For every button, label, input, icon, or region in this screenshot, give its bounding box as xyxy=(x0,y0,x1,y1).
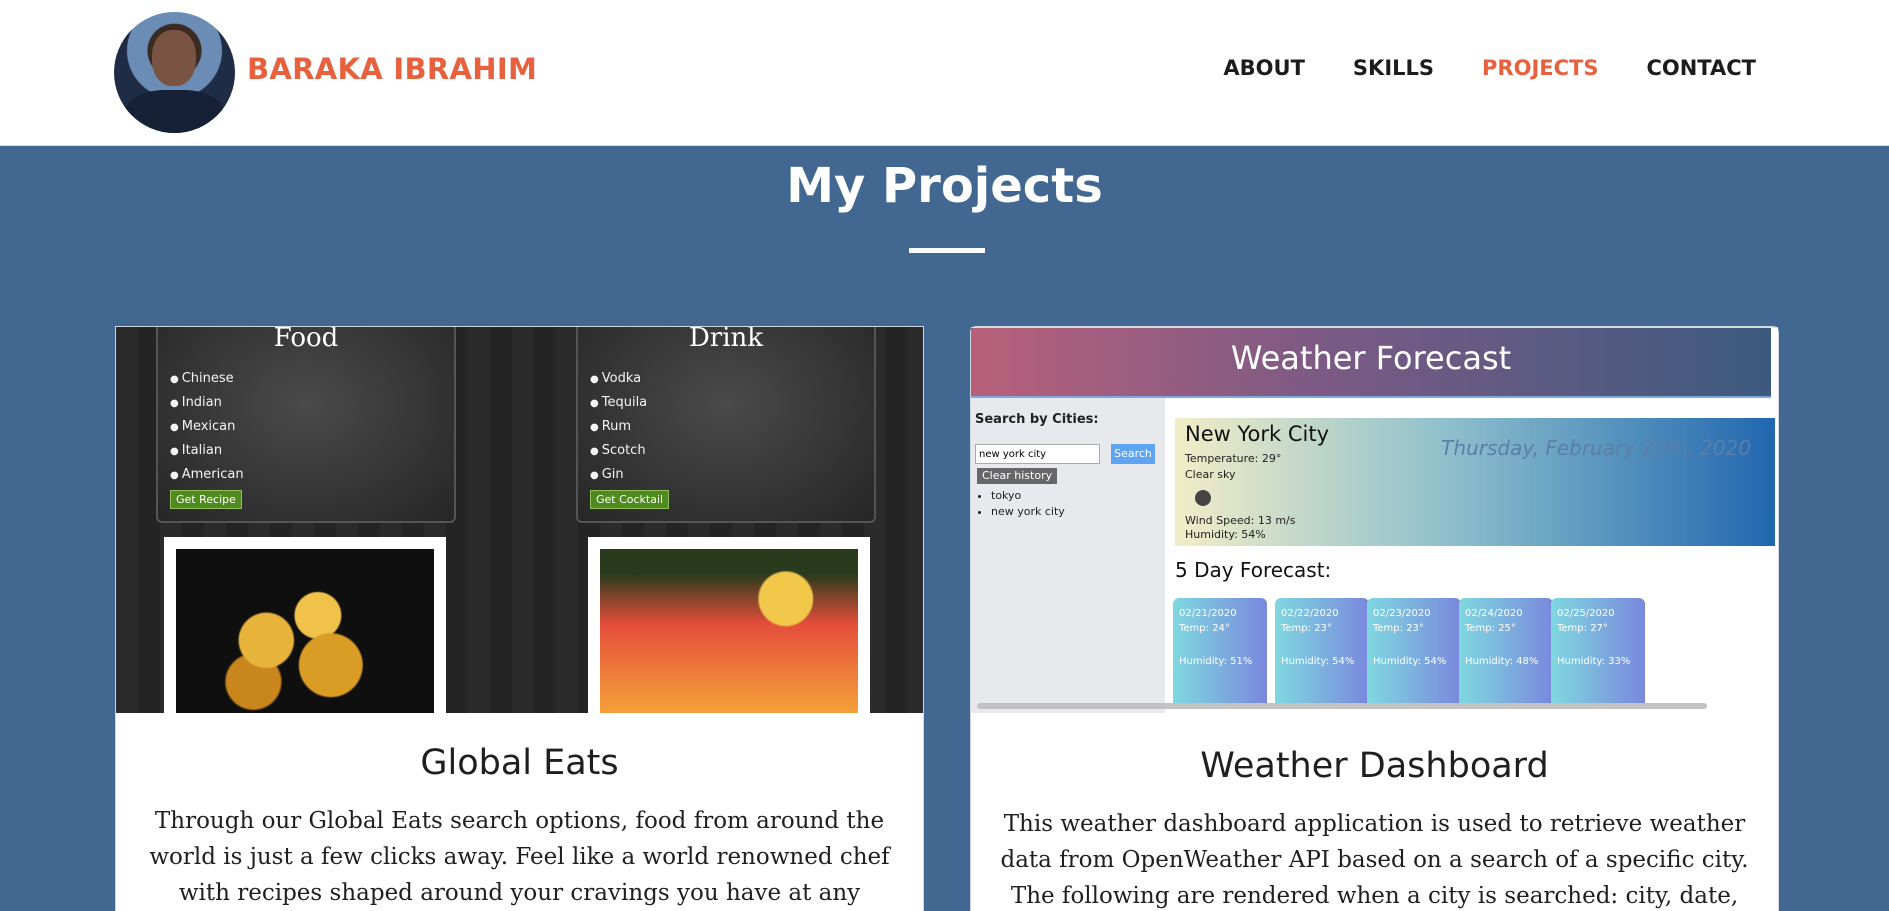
forecast-date: 02/23/2020 xyxy=(1373,608,1431,619)
forecast-card: 02/22/2020 Temp: 23° Humidity: 54% xyxy=(1275,598,1369,708)
forecast-temp: Temp: 23° xyxy=(1281,623,1332,634)
food-heading: Food xyxy=(273,327,339,353)
clear-history-button: Clear history xyxy=(977,468,1058,484)
main-nav: ABOUT SKILLS PROJECTS CONTACT xyxy=(1223,56,1756,80)
search-button: Search xyxy=(1111,444,1155,464)
food-item: Indian xyxy=(170,391,454,415)
food-photo xyxy=(164,537,446,713)
project-description: Through our Global Eats search options, … xyxy=(149,808,890,906)
food-item: Italian xyxy=(170,439,454,463)
drink-board: Drink Vodka Tequila Rum Scotch Gin Get C… xyxy=(576,327,876,523)
city-name: New York City xyxy=(1185,422,1329,446)
forecast-temp: Temp: 25° xyxy=(1465,623,1516,634)
title-divider xyxy=(909,248,985,253)
drink-photo xyxy=(588,537,870,713)
weather-app-title: Weather Forecast xyxy=(971,328,1771,398)
project-screenshot[interactable]: Food Chinese Indian Mexican Italian Amer… xyxy=(116,327,923,713)
section-title: My Projects xyxy=(786,158,1103,214)
project-card-weather-dashboard[interactable]: Weather Forecast Search by Cities: Searc… xyxy=(970,326,1779,911)
drink-heading: Drink xyxy=(688,327,764,353)
food-board: Food Chinese Indian Mexican Italian Amer… xyxy=(156,327,456,523)
current-weather: New York City Thursday, February 20th, 2… xyxy=(1175,418,1775,546)
food-item: Mexican xyxy=(170,415,454,439)
condition: Clear sky xyxy=(1185,468,1236,481)
get-cocktail-button: Get Cocktail xyxy=(590,490,670,509)
weather-sidebar: Search by Cities: Search Clear history t… xyxy=(971,398,1165,713)
nav-about[interactable]: ABOUT xyxy=(1223,56,1305,80)
forecast-humidity: Humidity: 48% xyxy=(1465,656,1539,667)
forecast-temp: Temp: 23° xyxy=(1373,623,1424,634)
forecast-humidity: Humidity: 51% xyxy=(1179,656,1253,667)
drink-item: Rum xyxy=(590,415,874,439)
drink-item: Vodka xyxy=(590,367,874,391)
drink-item: Tequila xyxy=(590,391,874,415)
forecast-humidity: Humidity: 33% xyxy=(1557,656,1631,667)
nav-contact[interactable]: CONTACT xyxy=(1646,56,1756,80)
food-item: Chinese xyxy=(170,367,454,391)
history-item: tokyo xyxy=(991,488,1065,504)
forecast-date: 02/21/2020 xyxy=(1179,608,1237,619)
avatar xyxy=(114,12,235,133)
project-title[interactable]: Global Eats xyxy=(116,743,923,783)
forecast-card: 02/24/2020 Temp: 25° Humidity: 48% xyxy=(1459,598,1553,708)
forecast-card: 02/23/2020 Temp: 23° Humidity: 54% xyxy=(1367,598,1461,708)
project-description: This weather dashboard application is us… xyxy=(1000,811,1749,909)
forecast-date: 02/22/2020 xyxy=(1281,608,1339,619)
forecast-humidity: Humidity: 54% xyxy=(1373,656,1447,667)
search-history: tokyo new york city xyxy=(991,488,1065,520)
city-search-input xyxy=(975,444,1100,464)
forecast-card: 02/25/2020 Temp: 27° Humidity: 33% xyxy=(1551,598,1645,708)
drink-item: Gin xyxy=(590,463,874,487)
wind-speed: Wind Speed: 13 m/s xyxy=(1185,514,1296,527)
drink-item: Scotch xyxy=(590,439,874,463)
humidity: Humidity: 54% xyxy=(1185,528,1266,541)
project-card-global-eats[interactable]: Food Chinese Indian Mexican Italian Amer… xyxy=(115,326,924,911)
horizontal-scrollbar xyxy=(977,703,1707,709)
forecast-humidity: Humidity: 54% xyxy=(1281,656,1355,667)
get-recipe-button: Get Recipe xyxy=(170,490,242,509)
current-date: Thursday, February 20th, 2020 xyxy=(1441,436,1751,460)
forecast-date: 02/24/2020 xyxy=(1465,608,1523,619)
temperature: Temperature: 29° xyxy=(1185,452,1282,465)
brand-name[interactable]: BARAKA IBRAHIM xyxy=(247,52,537,86)
forecast-temp: Temp: 27° xyxy=(1557,623,1608,634)
nav-projects[interactable]: PROJECTS xyxy=(1482,56,1598,80)
search-label: Search by Cities: xyxy=(975,412,1099,427)
forecast-date: 02/25/2020 xyxy=(1557,608,1615,619)
history-item: new york city xyxy=(991,504,1065,520)
project-screenshot[interactable]: Weather Forecast Search by Cities: Searc… xyxy=(971,327,1778,713)
site-header: BARAKA IBRAHIM ABOUT SKILLS PROJECTS CON… xyxy=(0,0,1889,146)
weather-icon xyxy=(1195,490,1211,506)
forecast-card: 02/21/2020 Temp: 24° Humidity: 51% xyxy=(1173,598,1267,708)
project-title[interactable]: Weather Dashboard xyxy=(971,746,1778,786)
forecast-title: 5 Day Forecast: xyxy=(1175,558,1332,582)
nav-skills[interactable]: SKILLS xyxy=(1353,56,1434,80)
food-item: American xyxy=(170,463,454,487)
forecast-temp: Temp: 24° xyxy=(1179,623,1230,634)
